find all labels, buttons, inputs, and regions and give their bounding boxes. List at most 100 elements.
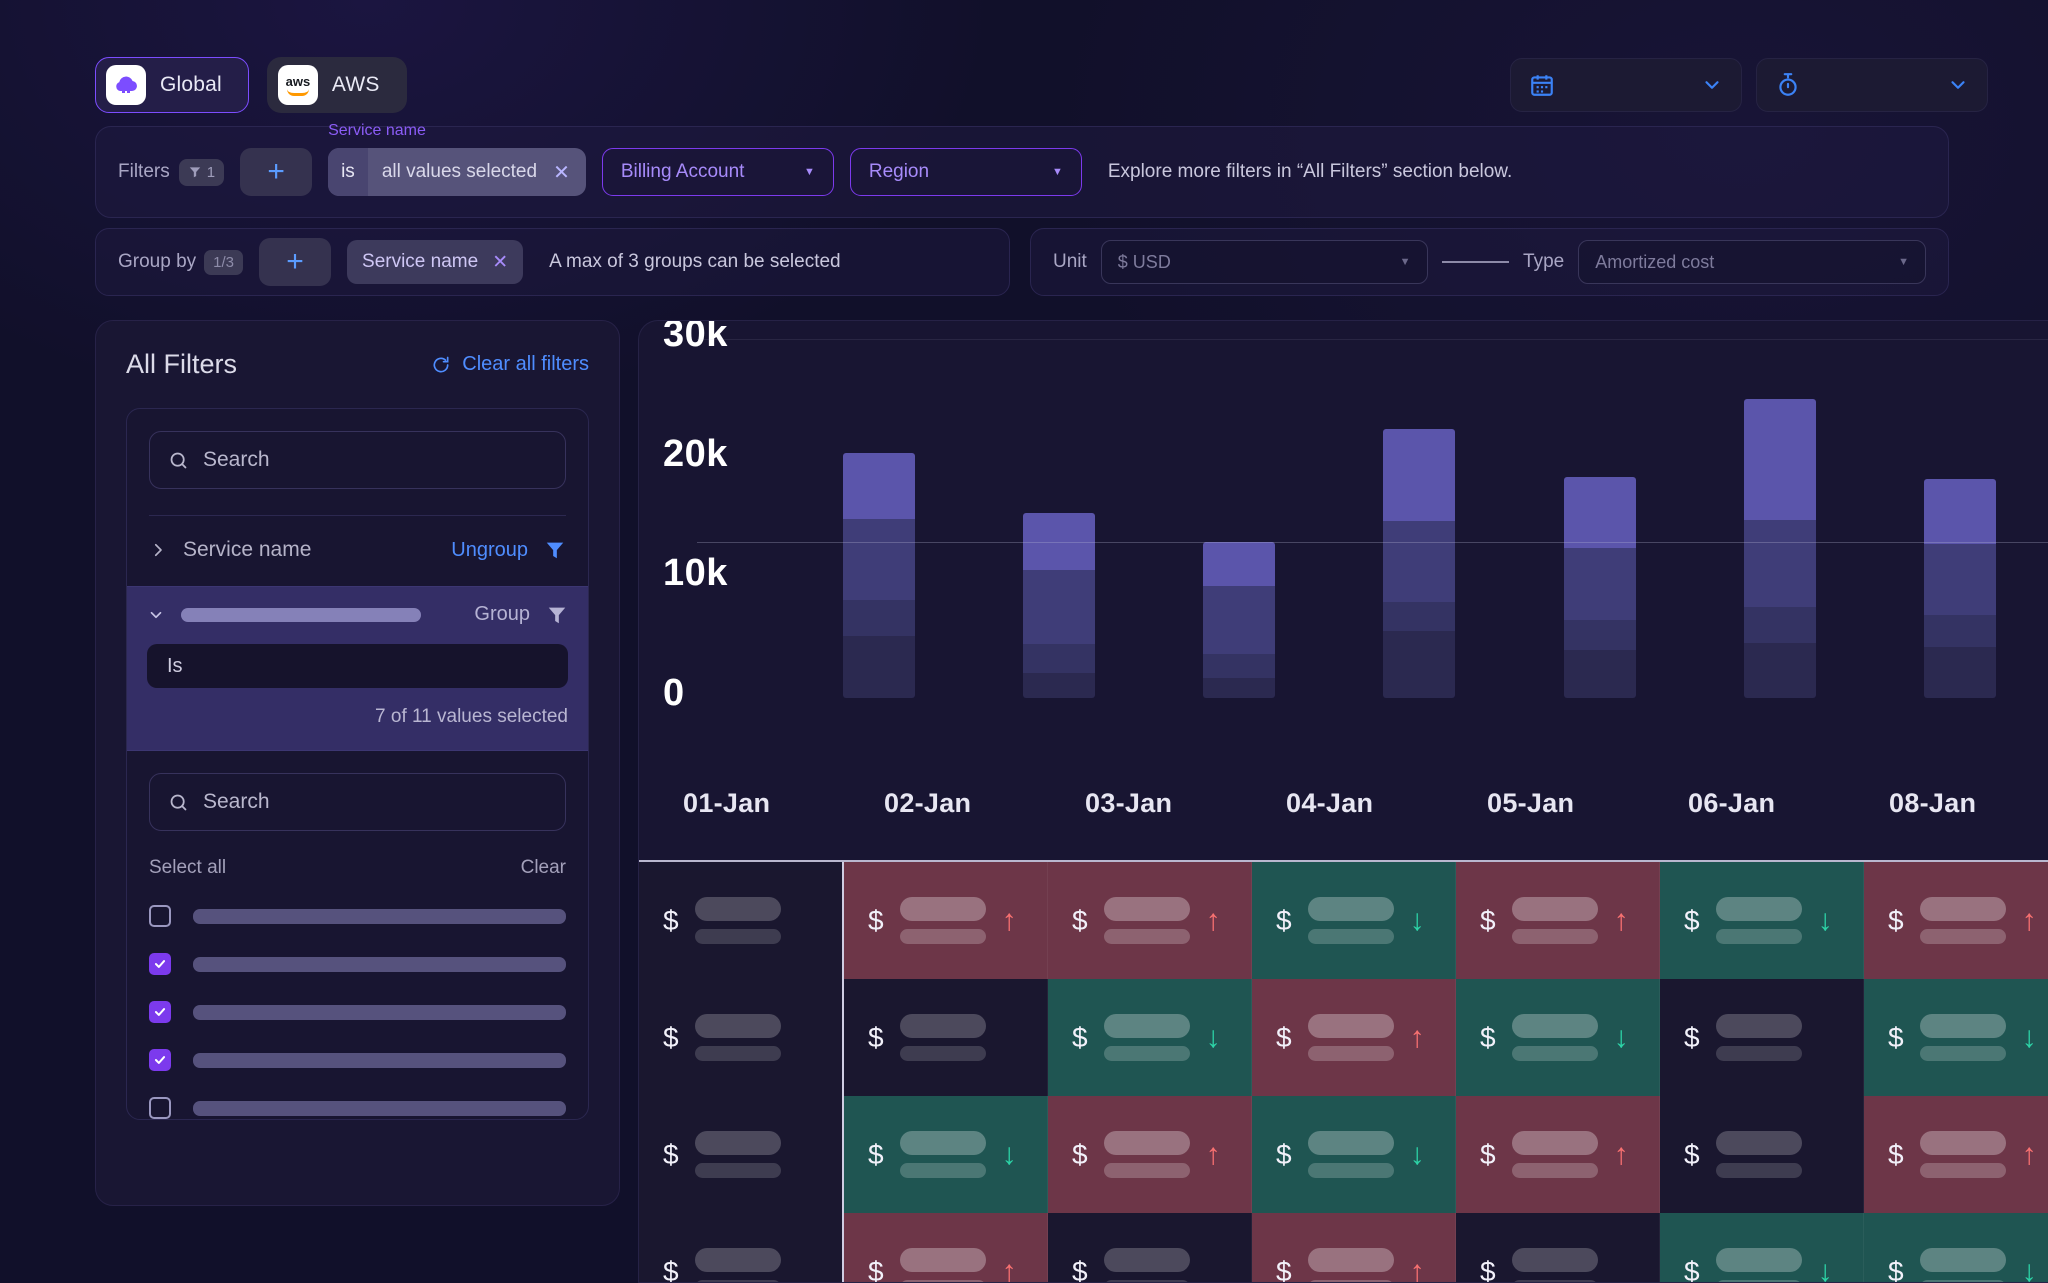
- filter-field-row-service-name[interactable]: Service name Ungroup: [127, 516, 588, 586]
- table-cell[interactable]: $: [1048, 1213, 1252, 1282]
- list-item[interactable]: [149, 905, 566, 927]
- group-button[interactable]: Group: [474, 603, 530, 626]
- add-filter-button[interactable]: +: [240, 148, 313, 196]
- chevron-down-icon: ▼: [1898, 256, 1909, 268]
- date-range-select[interactable]: [1510, 58, 1742, 112]
- redacted-line: [694, 1163, 781, 1178]
- table-cell[interactable]: $ ↑: [1252, 1213, 1456, 1282]
- chart-bar-column[interactable]: [1510, 333, 1690, 746]
- table-cell[interactable]: $: [639, 862, 844, 979]
- type-select[interactable]: Amortized cost ▼: [1578, 240, 1926, 284]
- table-cell[interactable]: $ ↓: [1660, 862, 1864, 979]
- table-column-header[interactable]: 05-Jan: [1465, 788, 1666, 819]
- tab-aws[interactable]: aws AWS: [266, 57, 407, 113]
- table-cell[interactable]: $: [844, 979, 1048, 1096]
- tab-global[interactable]: Global: [95, 57, 249, 113]
- table-cell[interactable]: $: [1456, 1213, 1660, 1282]
- close-icon[interactable]: ✕: [492, 251, 508, 274]
- currency-symbol: $: [663, 1255, 679, 1283]
- checkbox-unchecked-icon[interactable]: [149, 905, 171, 927]
- chart-bar-column[interactable]: [1690, 333, 1870, 746]
- search-icon: [168, 450, 189, 471]
- funnel-icon[interactable]: [546, 604, 568, 626]
- chart-bar-column[interactable]: [969, 333, 1149, 746]
- billing-account-select[interactable]: Billing Account ▼: [601, 148, 834, 196]
- unit-select[interactable]: $ USD ▼: [1100, 240, 1428, 284]
- table-cell[interactable]: $ ↓: [1864, 979, 2048, 1096]
- redacted-amount: [1715, 897, 1802, 944]
- redacted-value: [193, 1100, 566, 1116]
- close-icon[interactable]: ✕: [553, 160, 570, 185]
- chart-bar-column[interactable]: [1329, 333, 1509, 746]
- table-cell[interactable]: $ ↑: [1048, 862, 1252, 979]
- table-column-header[interactable]: 08-Jan: [1867, 788, 2048, 819]
- all-filters-panel: All Filters Clear all filters Search Ser…: [95, 320, 620, 1206]
- top-bar: Global aws AWS: [95, 55, 1988, 115]
- table-cell[interactable]: $ ↓: [844, 1096, 1048, 1213]
- chart-bar[interactable]: [1743, 398, 1816, 698]
- chart-bar-segment: [1023, 512, 1096, 570]
- chart-bar[interactable]: [1923, 479, 1996, 698]
- group-operator-select[interactable]: Is: [147, 644, 568, 688]
- checkbox-checked-icon[interactable]: [149, 1001, 171, 1023]
- chart-bar-segment: [843, 635, 916, 698]
- table-cell[interactable]: $ ↑: [1864, 1096, 2048, 1213]
- chart-bar-column[interactable]: [789, 333, 969, 746]
- clear-values-button[interactable]: Clear: [521, 857, 566, 879]
- table-column-header[interactable]: 06-Jan: [1666, 788, 1867, 819]
- chart-bar[interactable]: [843, 452, 916, 698]
- table-column-header[interactable]: 02-Jan: [862, 788, 1063, 819]
- table-cell[interactable]: $ ↑: [1456, 1096, 1660, 1213]
- cost-chart-panel: 30k 20k 10k 0 01-Jan 02-Jan 03-Jan 04-Jan 05-Ja…: [638, 320, 2048, 1283]
- region-select[interactable]: Region ▼: [849, 148, 1082, 196]
- table-cell[interactable]: $ ↓: [1456, 979, 1660, 1096]
- list-item[interactable]: [149, 1001, 566, 1023]
- table-cell[interactable]: $ ↓: [1252, 862, 1456, 979]
- values-search-input[interactable]: Search: [149, 773, 566, 831]
- chart-bar[interactable]: [1023, 512, 1096, 698]
- table-column-header[interactable]: 03-Jan: [1063, 788, 1264, 819]
- chevron-down-icon[interactable]: [147, 606, 165, 624]
- clear-all-filters-button[interactable]: Clear all filters: [431, 353, 589, 376]
- chart-bar-segment: [1023, 672, 1096, 698]
- table-cell[interactable]: $ ↓: [1660, 1213, 1864, 1282]
- table-cell[interactable]: $ ↓: [1252, 1096, 1456, 1213]
- table-cell[interactable]: $ ↑: [844, 1213, 1048, 1282]
- table-cell[interactable]: $ ↑: [1048, 1096, 1252, 1213]
- filters-search-input[interactable]: Search: [149, 431, 566, 489]
- checkbox-checked-icon[interactable]: [149, 1049, 171, 1071]
- list-item[interactable]: [149, 953, 566, 975]
- table-cell[interactable]: $: [639, 979, 844, 1096]
- chart-bar-column[interactable]: [1870, 333, 2048, 746]
- chart-bar[interactable]: [1203, 542, 1276, 698]
- chart-bar-segment: [1203, 653, 1276, 678]
- table-cell[interactable]: $ ↑: [1864, 862, 2048, 979]
- select-all-button[interactable]: Select all: [149, 857, 226, 879]
- table-cell[interactable]: $ ↓: [1864, 1213, 2048, 1282]
- group-by-count: 1/3: [204, 249, 244, 275]
- list-item[interactable]: [149, 1097, 566, 1119]
- chart-bar[interactable]: [1563, 476, 1636, 698]
- table-cell[interactable]: $ ↓: [1048, 979, 1252, 1096]
- granularity-select[interactable]: [1756, 58, 1988, 112]
- table-cell[interactable]: $: [1660, 979, 1864, 1096]
- table-cell[interactable]: $: [639, 1096, 844, 1213]
- filter-operator[interactable]: is: [328, 148, 368, 196]
- table-cell[interactable]: $ ↑: [844, 862, 1048, 979]
- table-cell[interactable]: $: [639, 1213, 844, 1283]
- table-cell[interactable]: $: [1660, 1096, 1864, 1213]
- chart-bar[interactable]: [1383, 428, 1456, 698]
- funnel-icon[interactable]: [544, 539, 566, 561]
- ungroup-button[interactable]: Ungroup: [451, 539, 528, 562]
- table-column-header[interactable]: 01-Jan: [661, 788, 862, 819]
- table-column-header[interactable]: 04-Jan: [1264, 788, 1465, 819]
- checkbox-unchecked-icon[interactable]: [149, 1097, 171, 1119]
- table-cell[interactable]: $ ↑: [1252, 979, 1456, 1096]
- list-item[interactable]: [149, 1049, 566, 1071]
- group-chip-service-name[interactable]: Service name ✕: [347, 240, 524, 284]
- chart-bar-column[interactable]: [1149, 333, 1329, 746]
- checkbox-checked-icon[interactable]: [149, 953, 171, 975]
- chevron-right-icon[interactable]: [149, 541, 167, 559]
- table-cell[interactable]: $ ↑: [1456, 862, 1660, 979]
- add-group-button[interactable]: +: [259, 238, 332, 286]
